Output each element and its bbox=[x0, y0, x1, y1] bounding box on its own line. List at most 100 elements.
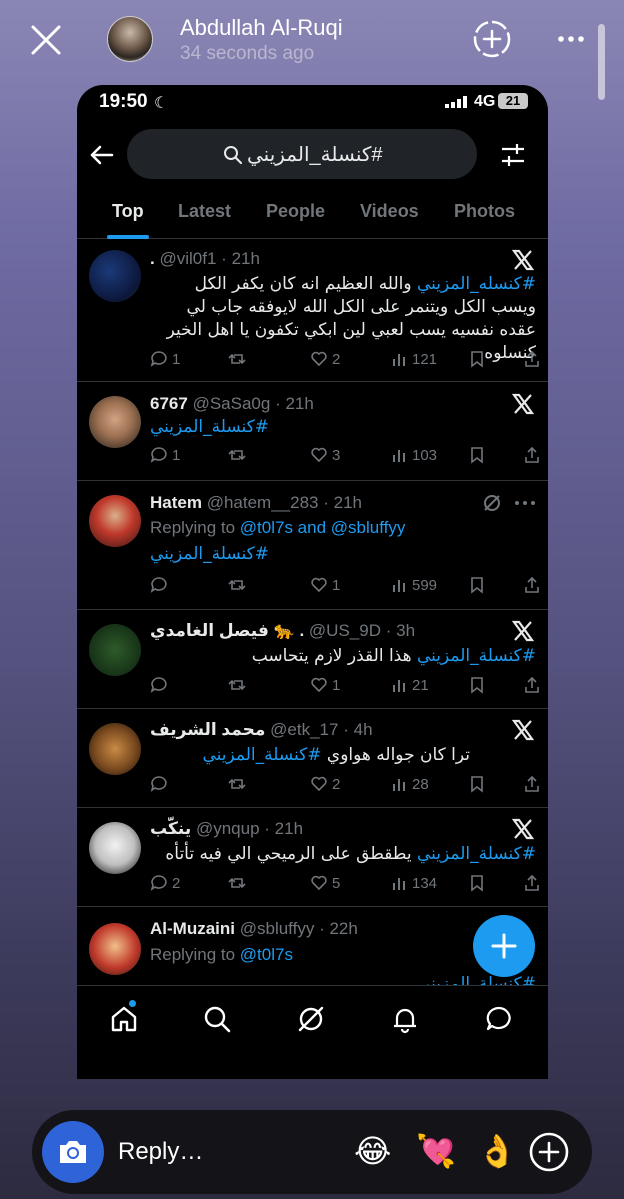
tweet-avatar[interactable] bbox=[89, 822, 141, 874]
reply-button[interactable]: 1 bbox=[150, 446, 180, 464]
tweet-handle[interactable]: @sbluffyy bbox=[240, 919, 315, 938]
like-button[interactable]: 5 bbox=[310, 874, 340, 892]
tweet[interactable]: ينكّب @ynqup · 21h #كنسلة_المزيني يطقطق … bbox=[77, 808, 548, 907]
tweet-handle[interactable]: @ynqup bbox=[196, 819, 260, 838]
notifications-icon[interactable] bbox=[390, 1004, 420, 1034]
search-nav-icon[interactable] bbox=[202, 1004, 232, 1034]
bookmark-button[interactable] bbox=[468, 446, 486, 464]
tab-videos[interactable]: Videos bbox=[360, 201, 419, 222]
grok-nav-icon[interactable] bbox=[296, 1004, 326, 1034]
hashtag-link[interactable]: #كنسلة_المزيني bbox=[417, 646, 536, 666]
back-arrow-icon[interactable] bbox=[89, 142, 115, 168]
views-button[interactable]: 121 bbox=[390, 350, 437, 368]
tweet[interactable]: محمد الشريف @etk_17 · 4h ترا كان جواله ه… bbox=[77, 709, 548, 808]
add-reaction-icon[interactable] bbox=[527, 1130, 571, 1174]
scroll-indicator[interactable] bbox=[598, 24, 605, 100]
share-button[interactable] bbox=[523, 676, 541, 694]
close-icon[interactable] bbox=[28, 22, 64, 58]
hashtag-link[interactable]: #كنسلة_المزيني bbox=[150, 544, 269, 564]
share-button[interactable] bbox=[523, 775, 541, 793]
tweet-avatar[interactable] bbox=[89, 495, 141, 547]
like-button[interactable]: 1 bbox=[310, 576, 340, 594]
tweet-author-name[interactable]: Al-Muzaini bbox=[150, 919, 235, 938]
tab-top[interactable]: Top bbox=[112, 201, 144, 222]
emoji-ok-hand[interactable]: 👌 bbox=[477, 1132, 517, 1170]
like-button[interactable]: 3 bbox=[310, 446, 340, 464]
reply-button[interactable]: 2 bbox=[150, 874, 180, 892]
reply-input[interactable]: Reply… bbox=[118, 1138, 203, 1166]
bookmark-button[interactable] bbox=[468, 874, 486, 892]
hashtag-link[interactable]: #كنسلة_المزيني bbox=[417, 844, 536, 864]
story-user-name[interactable]: Abdullah Al-Ruqi bbox=[180, 15, 343, 41]
retweet-button[interactable] bbox=[228, 874, 250, 892]
hashtag-link[interactable]: #كنسله_المزيني bbox=[417, 274, 536, 294]
tweet-author-name[interactable]: Hatem bbox=[150, 493, 202, 512]
tweet-avatar[interactable] bbox=[89, 396, 141, 448]
tweet-handle[interactable]: @SaSa0g bbox=[193, 394, 271, 413]
grok-icon[interactable] bbox=[482, 493, 502, 513]
tweet-author-name[interactable]: محمد الشريف bbox=[150, 720, 265, 739]
tweet[interactable]: 6767 @SaSa0g · 21h #كنسلة_المزيني 1 3 103 bbox=[77, 382, 548, 481]
tweet-author-name[interactable]: ينكّب bbox=[150, 819, 191, 838]
camera-button[interactable] bbox=[42, 1121, 104, 1183]
share-button[interactable] bbox=[523, 446, 541, 464]
views-button[interactable]: 599 bbox=[390, 576, 437, 594]
retweet-button[interactable] bbox=[228, 446, 250, 464]
retweet-button[interactable] bbox=[228, 350, 250, 368]
like-button[interactable]: 2 bbox=[310, 775, 340, 793]
bookmark-button[interactable] bbox=[468, 676, 486, 694]
avatar[interactable] bbox=[107, 16, 153, 62]
compose-button[interactable] bbox=[473, 915, 535, 977]
emoji-heart[interactable]: 💘 bbox=[416, 1132, 456, 1170]
tab-photos[interactable]: Photos bbox=[454, 201, 515, 222]
retweet-button[interactable] bbox=[228, 676, 250, 694]
tweet-handle[interactable]: @etk_17 bbox=[270, 720, 338, 739]
reply-button[interactable] bbox=[150, 775, 172, 793]
reply-button[interactable] bbox=[150, 676, 172, 694]
tweet-handle[interactable]: @hatem__283 bbox=[207, 493, 319, 512]
signal-icon bbox=[445, 96, 467, 108]
hashtag-link[interactable]: #كنسلة_المزيني bbox=[202, 745, 321, 765]
retweet-button[interactable] bbox=[228, 576, 250, 594]
share-button[interactable] bbox=[523, 874, 541, 892]
share-button[interactable] bbox=[523, 576, 541, 594]
emoji-laugh[interactable]: 😂 bbox=[354, 1132, 391, 1170]
views-button[interactable]: 21 bbox=[390, 676, 429, 694]
tweet-author-name[interactable]: . bbox=[150, 249, 155, 268]
bookmark-button[interactable] bbox=[468, 775, 486, 793]
tweet-avatar[interactable] bbox=[89, 250, 141, 302]
tweet[interactable]: فيصل الغامدي 🐆 . @US_9D · 3h #كنسلة_المز… bbox=[77, 610, 548, 709]
search-input[interactable]: #كنسلة_المزيني bbox=[127, 129, 477, 179]
mention-link[interactable]: @t0l7s and @sbluffyy bbox=[240, 518, 406, 537]
share-button[interactable] bbox=[523, 350, 541, 368]
views-button[interactable]: 28 bbox=[390, 775, 429, 793]
tweet-handle[interactable]: @US_9D bbox=[309, 621, 381, 640]
home-icon[interactable] bbox=[109, 1004, 139, 1034]
retweet-button[interactable] bbox=[228, 775, 250, 793]
views-button[interactable]: 134 bbox=[390, 874, 437, 892]
tweet-avatar[interactable] bbox=[89, 624, 141, 676]
reply-button[interactable]: 1 bbox=[150, 350, 180, 368]
tweet-avatar[interactable] bbox=[89, 723, 141, 775]
like-button[interactable]: 1 bbox=[310, 676, 340, 694]
tab-people[interactable]: People bbox=[266, 201, 325, 222]
views-button[interactable]: 103 bbox=[390, 446, 437, 464]
reply-button[interactable] bbox=[150, 576, 172, 594]
tweet[interactable]: . @vil0f1 · 21h #كنسله_المزيني والله الع… bbox=[77, 240, 548, 382]
tweet[interactable]: Hatem @hatem__283 · 21h Replying to @t0l… bbox=[77, 481, 548, 610]
like-button[interactable]: 2 bbox=[310, 350, 340, 368]
hashtag-link[interactable]: #كنسلة_المزيني bbox=[150, 417, 269, 437]
tweet-author-name[interactable]: 6767 bbox=[150, 394, 188, 413]
mention-link[interactable]: @t0l7s bbox=[240, 945, 293, 964]
bookmark-button[interactable] bbox=[468, 576, 486, 594]
filter-icon[interactable] bbox=[499, 141, 527, 169]
tab-latest[interactable]: Latest bbox=[178, 201, 231, 222]
more-icon[interactable] bbox=[514, 499, 536, 507]
tweet-handle[interactable]: @vil0f1 bbox=[159, 249, 216, 268]
add-story-icon[interactable] bbox=[472, 19, 512, 59]
messages-icon[interactable] bbox=[484, 1004, 514, 1034]
more-options-icon[interactable] bbox=[556, 26, 586, 52]
bookmark-button[interactable] bbox=[468, 350, 486, 368]
tweet-avatar[interactable] bbox=[89, 923, 141, 975]
tweet-author-name[interactable]: فيصل الغامدي 🐆 . bbox=[150, 621, 304, 640]
